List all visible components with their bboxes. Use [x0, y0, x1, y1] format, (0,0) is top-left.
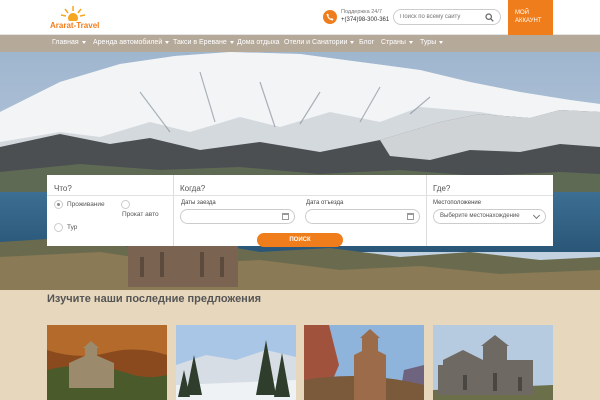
offer-card-snowy-forest[interactable] — [176, 325, 296, 400]
location-select[interactable]: Выберите местонахождение — [433, 209, 546, 224]
offer-card-monastery-stone[interactable] — [433, 325, 553, 400]
radio-label-car-rental: Прокат авто — [122, 211, 159, 218]
main-nav: Главная Аренда автомобилей Такси в Ерева… — [0, 35, 600, 52]
offer-image — [47, 325, 167, 400]
search-icon[interactable] — [485, 13, 494, 22]
search-button[interactable]: ПОИСК — [257, 233, 343, 247]
calendar-icon[interactable] — [407, 213, 414, 220]
caret-down-icon — [165, 40, 170, 44]
radio-car-rental[interactable] — [121, 200, 130, 209]
account-label-line1: МОЙ — [515, 10, 529, 16]
nav-item-tours[interactable]: Туры — [420, 39, 444, 46]
nav-item-car-rental[interactable]: Аренда автомобилей — [93, 39, 170, 46]
radio-label-accommodation: Проживание — [67, 201, 105, 208]
location-label: Местоположение — [433, 200, 482, 206]
account-label-line2: АККАУНТ — [515, 18, 542, 24]
radio-accommodation[interactable] — [54, 200, 63, 209]
support-phone[interactable]: +(374)98-300-361 — [341, 17, 389, 23]
sun-logo-icon — [60, 6, 86, 21]
divider — [426, 175, 427, 246]
caret-down-icon — [408, 40, 413, 44]
search-input[interactable] — [400, 12, 484, 22]
checkout-label: Дата отъезда — [306, 200, 344, 206]
radio-label-tour: Тур — [67, 224, 78, 231]
site-search[interactable] — [393, 9, 501, 25]
nav-item-countries[interactable]: Страны — [381, 39, 413, 46]
checkin-label: Даты заезда — [181, 200, 216, 206]
offers-title: Изучите наши последние предложения — [47, 293, 262, 305]
phone-icon — [323, 10, 337, 24]
logo-text: Ararat-Travel — [50, 21, 100, 30]
support-title: Поддержка 24/7 — [341, 9, 382, 15]
divider-line — [426, 195, 553, 196]
divider-line — [173, 195, 426, 196]
chevron-down-icon — [532, 211, 541, 220]
offer-image — [304, 325, 424, 400]
offer-card-church-canyon[interactable] — [304, 325, 424, 400]
radio-tour[interactable] — [54, 223, 63, 232]
calendar-icon[interactable] — [282, 213, 289, 220]
offer-image — [176, 325, 296, 400]
nav-item-home[interactable]: Главная — [52, 39, 86, 46]
offer-card-monastery-autumn[interactable] — [47, 325, 167, 400]
caret-down-icon — [350, 40, 355, 44]
checkin-date-input[interactable] — [180, 209, 295, 224]
hero-image — [0, 52, 600, 290]
nav-item-hotels[interactable]: Отели и Санатории — [284, 39, 355, 46]
nav-item-taxi[interactable]: Такси в Ереване — [173, 39, 234, 46]
where-title: Где? — [433, 184, 451, 193]
nav-item-holiday-homes[interactable]: Дома отдыха — [237, 39, 280, 46]
checkout-date-input[interactable] — [305, 209, 420, 224]
divider — [173, 175, 174, 246]
what-title: Что? — [54, 184, 72, 193]
offer-image — [433, 325, 553, 400]
nav-item-blog[interactable]: Блог — [359, 39, 374, 46]
caret-down-icon — [229, 40, 234, 44]
location-select-value: Выберите местонахождение — [440, 213, 520, 219]
caret-down-icon — [439, 40, 444, 44]
divider-line — [47, 195, 173, 196]
when-title: Когда? — [180, 184, 206, 193]
caret-down-icon — [81, 40, 86, 44]
logo[interactable]: Ararat-Travel — [50, 5, 100, 33]
